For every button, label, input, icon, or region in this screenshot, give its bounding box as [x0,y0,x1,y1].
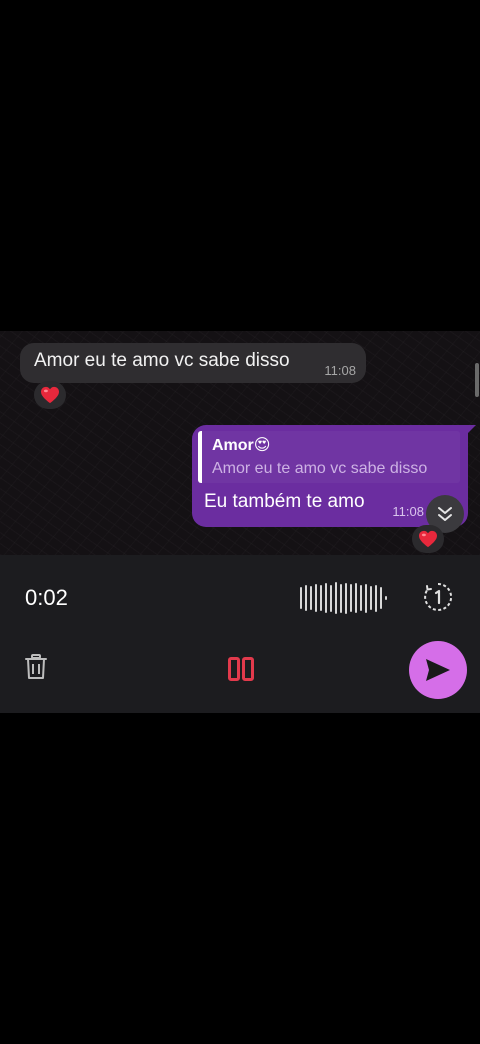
heart-icon [41,386,59,404]
double-chevron-down-icon [438,507,452,521]
trash-icon[interactable] [24,654,48,680]
message-time: 11:08 [392,504,424,519]
waveform-bar [375,584,377,612]
waveform-bar [305,585,307,611]
message-time: 11:08 [324,363,356,378]
waveform-bar [345,582,347,614]
scrollbar-thumb[interactable] [475,363,479,397]
message-text: Eu também te amo [204,491,365,512]
playback-speed-icon[interactable] [422,581,454,613]
incoming-message-bubble[interactable]: Amor eu te amo vc sabe disso 11:08 [20,343,366,383]
bubble-tail [462,425,476,439]
screen: Amor eu te amo vc sabe disso 11:08 Amor😍… [0,0,480,1044]
pause-icon[interactable] [228,657,254,681]
message-text: Amor eu te amo vc sabe disso [34,350,290,371]
waveform-bar [385,596,387,600]
waveform-bar [350,584,352,612]
chat-area[interactable]: Amor eu te amo vc sabe disso 11:08 Amor😍… [0,331,480,555]
heart-icon [419,530,437,548]
message-reaction[interactable] [412,525,444,553]
waveform-bar [365,583,367,613]
waveform-bar [325,583,327,613]
waveform-bar [360,585,362,611]
voice-recorder-bar: 0:02 [0,555,480,713]
message-reaction[interactable] [34,381,66,409]
waveform-icon [300,581,392,615]
waveform-bar [370,586,372,610]
waveform-bar [380,587,382,609]
waveform-bar [355,583,357,613]
waveform-bar [330,584,332,612]
waveform-bar [320,585,322,611]
reply-snippet: Amor eu te amo vc sabe disso [212,460,428,477]
waveform-bar [340,583,342,613]
recording-timer: 0:02 [25,585,68,610]
send-button[interactable] [409,641,467,699]
reply-author: Amor😍 [212,437,271,454]
reply-quote[interactable]: Amor😍 Amor eu te amo vc sabe disso [198,431,460,483]
waveform-bar [315,584,317,612]
waveform-bar [300,587,302,609]
send-icon [426,659,450,681]
waveform-bar [335,582,337,614]
waveform-bar [310,586,312,610]
